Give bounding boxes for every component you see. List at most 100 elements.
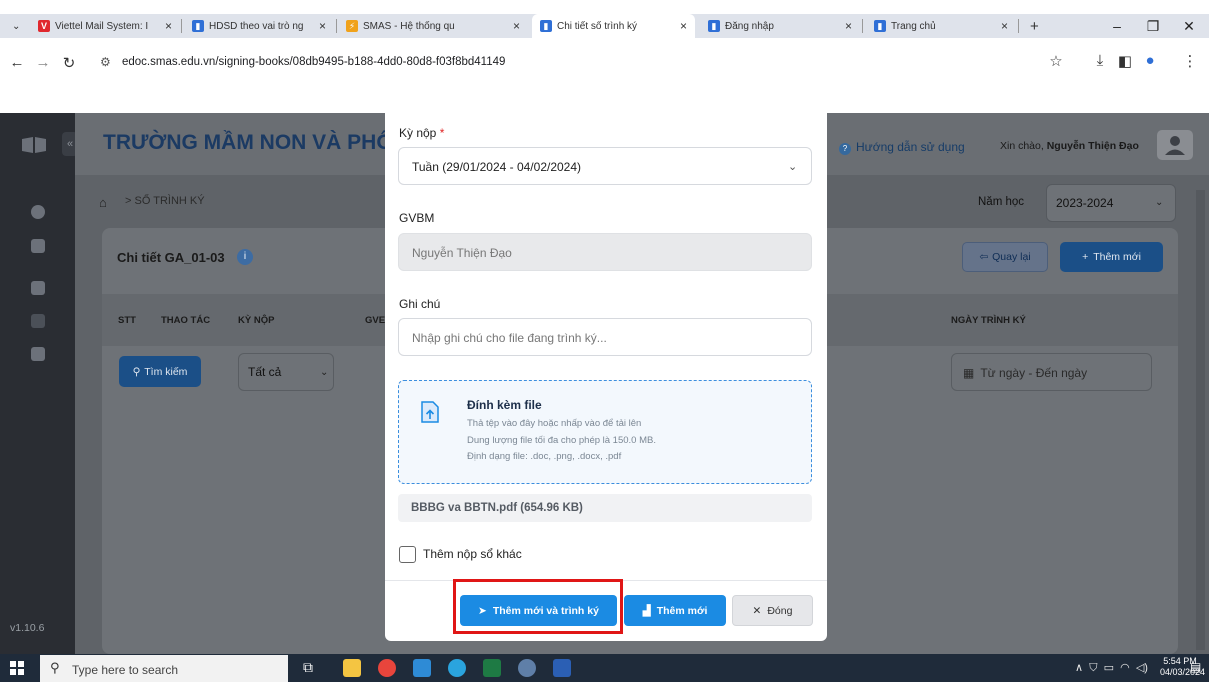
- menu-kebab-icon[interactable]: ⋮: [1180, 52, 1200, 70]
- site-info-icon[interactable]: ⚙: [100, 55, 111, 69]
- plus-icon: +: [1030, 17, 1039, 35]
- close-icon[interactable]: ×: [680, 19, 687, 33]
- minimize-button[interactable]: –: [1099, 14, 1135, 38]
- new-tab-button[interactable]: +: [1022, 14, 1046, 38]
- app-version: v1.10.6: [10, 622, 45, 634]
- forward-button[interactable]: →: [34, 54, 52, 71]
- help-link[interactable]: ? Hướng dẫn sử dụng: [839, 140, 965, 155]
- other-book-label: Thêm nộp sổ khác: [423, 547, 522, 561]
- column-header-sign-date: NGÀY TRÌNH KÝ: [951, 315, 1026, 326]
- tab-label: Trang chủ: [891, 20, 936, 32]
- file-dropzone[interactable]: [398, 380, 812, 484]
- tab-label: Chi tiết sổ trình ký: [557, 20, 638, 32]
- date-range-label: Từ ngày - Đến ngày: [980, 366, 1088, 380]
- back-button[interactable]: ←: [8, 54, 26, 71]
- notification-icon[interactable]: ▤: [1190, 660, 1201, 674]
- close-window-button[interactable]: ✕: [1171, 14, 1207, 38]
- date-range-placeholder: ▦ Từ ngày - Đến ngày: [963, 366, 1087, 380]
- avatar[interactable]: [1157, 130, 1193, 160]
- chevron-down-icon: ⌄: [1155, 197, 1164, 208]
- school-year-value: 2023-2024: [1056, 196, 1114, 210]
- restore-button[interactable]: ❐: [1135, 14, 1171, 38]
- add-and-sign-label: Thêm mới và trình ký: [492, 604, 599, 617]
- search-button[interactable]: ⚲ Tìm kiếm: [119, 356, 201, 387]
- tab-dang-nhap[interactable]: ▮ Đăng nhập ×: [700, 14, 860, 38]
- viettel-favicon-icon: V: [38, 20, 50, 32]
- search-doc-icon[interactable]: [31, 314, 45, 328]
- tab-chi-tiet-so-trinh-ky[interactable]: ▮ Chi tiết sổ trình ký ×: [532, 14, 695, 38]
- windows-start-icon[interactable]: [10, 661, 24, 675]
- tab-smas[interactable]: ⚡ SMAS - Hệ thống qu ×: [338, 14, 528, 38]
- tab-trang-chu[interactable]: ▮ Trang chủ ×: [866, 14, 1016, 38]
- close-icon[interactable]: ×: [319, 19, 326, 33]
- wifi-icon: ◠: [1120, 662, 1130, 674]
- chevron-up-icon: ∧: [1075, 662, 1084, 674]
- document-icon: ▟: [642, 604, 651, 617]
- attach-hint-size: Dung lượng file tối đa cho phép là 150.0…: [467, 435, 656, 446]
- folder-icon[interactable]: [31, 281, 45, 295]
- required-marker: *: [439, 126, 445, 140]
- breadcrumb: > SỔ TRÌNH KÝ: [125, 195, 205, 207]
- tab-hdsd[interactable]: ▮ HDSD theo vai trò ng ×: [184, 14, 334, 38]
- word-icon[interactable]: [553, 659, 571, 677]
- speaker-icon: ◁): [1135, 662, 1148, 674]
- tab-viettel-mail[interactable]: V Viettel Mail System: I ×: [30, 14, 180, 38]
- period-label-text: Kỳ nộp: [399, 126, 437, 140]
- close-button-label: Đóng: [767, 604, 793, 617]
- chevron-down-icon: ⌄: [12, 20, 21, 32]
- telegram-icon[interactable]: [448, 659, 466, 677]
- back-arrow-icon: ⇦: [979, 251, 989, 263]
- period-filter-value: Tất cả: [248, 365, 282, 379]
- attach-title: Đính kèm file: [467, 398, 542, 412]
- minimize-icon: –: [1113, 18, 1121, 34]
- close-icon[interactable]: ×: [845, 19, 852, 33]
- page-scrollbar[interactable]: [1196, 190, 1205, 650]
- folder-icon[interactable]: [31, 239, 45, 253]
- column-header-stt: STT: [118, 315, 136, 326]
- home-icon[interactable]: ⌂: [99, 195, 107, 210]
- add-and-sign-button[interactable]: ➤ Thêm mới và trình ký: [460, 595, 617, 626]
- chrome-icon[interactable]: [378, 659, 396, 677]
- taskbar-search-placeholder: Type here to search: [72, 663, 179, 677]
- other-book-checkbox[interactable]: [399, 546, 416, 563]
- close-icon[interactable]: ×: [165, 19, 172, 33]
- back-button[interactable]: ⇦ Quay lại: [962, 242, 1048, 272]
- greeting-prefix: Xin chào,: [1000, 140, 1047, 152]
- folder-icon[interactable]: [31, 347, 45, 361]
- side-panel-icon[interactable]: ◧: [1115, 52, 1135, 70]
- attached-file-name: BBBG va BBTN.pdf (654.96 KB): [411, 502, 583, 514]
- reload-button[interactable]: ↻: [60, 54, 78, 72]
- excel-icon[interactable]: [483, 659, 501, 677]
- paint-icon[interactable]: [518, 659, 536, 677]
- close-icon[interactable]: ×: [1001, 19, 1008, 33]
- zalo-icon[interactable]: [413, 659, 431, 677]
- add-new-button[interactable]: + Thêm mới: [1060, 242, 1163, 272]
- close-icon[interactable]: ×: [513, 19, 520, 33]
- period-label: Kỳ nộp *: [399, 126, 444, 140]
- send-icon: ➤: [478, 604, 487, 617]
- tab-divider: [1018, 19, 1019, 33]
- bookmark-star-icon[interactable]: ☆: [1046, 52, 1066, 70]
- chevron-left-icon: «: [66, 138, 74, 150]
- tab-list-button[interactable]: ⌄: [4, 14, 24, 38]
- task-view-icon[interactable]: ⧉: [303, 659, 321, 677]
- plus-icon: +: [1082, 251, 1089, 263]
- download-icon[interactable]: ⤓: [1090, 52, 1110, 69]
- system-tray-icons[interactable]: ∧ ⛉ ▭ ◠ ◁): [1075, 661, 1148, 675]
- profile-icon[interactable]: ●: [1140, 52, 1160, 69]
- file-explorer-icon[interactable]: [343, 659, 361, 677]
- column-header-teacher: GVE: [365, 315, 386, 326]
- info-icon[interactable]: i: [237, 249, 253, 265]
- close-button[interactable]: ✕ Đóng: [732, 595, 813, 626]
- note-placeholder: Nhập ghi chú cho file đang trình ký...: [412, 331, 607, 345]
- teacher-label: GVBM: [399, 211, 435, 225]
- school-year-label: Năm học: [978, 196, 1025, 208]
- help-link-label: Hướng dẫn sử dụng: [856, 140, 965, 154]
- teacher-value: Nguyễn Thiện Đạo: [412, 246, 512, 260]
- add-button[interactable]: ▟ Thêm mới: [624, 595, 726, 626]
- dashboard-icon[interactable]: [31, 205, 45, 219]
- user-name: Nguyễn Thiện Đạo: [1046, 140, 1139, 152]
- url-field[interactable]: edoc.smas.edu.vn/signing-books/08db9495-…: [122, 56, 505, 68]
- tab-label: Đăng nhập: [725, 20, 774, 32]
- shield-icon: ⛉: [1089, 662, 1098, 674]
